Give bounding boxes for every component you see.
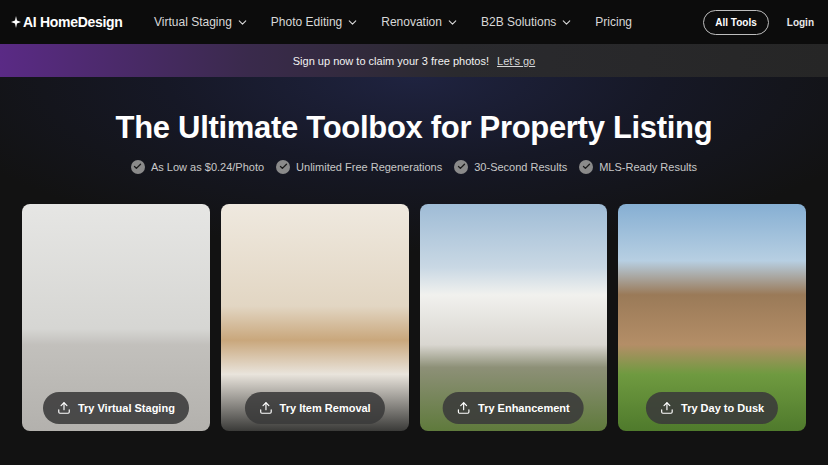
chevron-down-icon xyxy=(236,16,249,29)
tool-card: Try Enhancement xyxy=(420,204,608,431)
banner-link[interactable]: Let's go xyxy=(497,55,535,67)
tool-card: Try Virtual Staging xyxy=(22,204,210,431)
tool-cards: Try Virtual Staging Try Item Removal Try E… xyxy=(0,204,828,431)
try-button[interactable]: Try Virtual Staging xyxy=(43,392,189,424)
nav-actions: All Tools Login xyxy=(703,10,816,35)
check-icon xyxy=(579,160,593,174)
chevron-down-icon xyxy=(446,16,459,29)
logo[interactable]: AI HomeDesign xyxy=(11,14,154,30)
promo-banner: Sign up now to claim your 3 free photos!… xyxy=(0,44,828,77)
tool-card: Try Day to Dusk xyxy=(618,204,806,431)
check-icon xyxy=(131,160,145,174)
try-button[interactable]: Try Enhancement xyxy=(443,392,584,424)
feature-item: Unlimited Free Regenerations xyxy=(276,160,442,174)
upload-icon xyxy=(259,401,273,415)
tool-card: Try Item Removal xyxy=(221,204,409,431)
banner-text: Sign up now to claim your 3 free photos! xyxy=(293,55,489,67)
page: AI HomeDesign Virtual Staging Photo Editin… xyxy=(0,0,828,465)
hero-title: The Ultimate Toolbox for Property Listin… xyxy=(116,110,713,146)
upload-icon xyxy=(457,401,471,415)
hero: The Ultimate Toolbox for Property Listin… xyxy=(0,77,828,465)
upload-icon xyxy=(57,401,71,415)
nav-item[interactable]: Virtual Staging xyxy=(154,15,249,29)
nav-item[interactable]: Pricing xyxy=(595,15,632,29)
nav-item[interactable]: B2B Solutions xyxy=(481,15,573,29)
upload-icon xyxy=(660,401,674,415)
nav-bar: AI HomeDesign Virtual Staging Photo Editin… xyxy=(0,0,828,44)
feature-item: MLS-Ready Results xyxy=(579,160,697,174)
chevron-down-icon xyxy=(560,16,573,29)
feature-item: As Low as $0.24/Photo xyxy=(131,160,264,174)
feature-item: 30-Second Results xyxy=(454,160,567,174)
chevron-down-icon xyxy=(346,16,359,29)
try-button[interactable]: Try Day to Dusk xyxy=(646,392,778,424)
check-icon xyxy=(276,160,290,174)
sparkle-icon xyxy=(11,16,21,28)
nav-item[interactable]: Renovation xyxy=(381,15,459,29)
feature-list: As Low as $0.24/Photo Unlimited Free Rege… xyxy=(131,160,697,174)
try-button[interactable]: Try Item Removal xyxy=(245,392,385,424)
nav-links: Virtual Staging Photo Editing Renovation B2… xyxy=(154,15,703,29)
nav-item[interactable]: Photo Editing xyxy=(271,15,359,29)
check-icon xyxy=(454,160,468,174)
login-button[interactable]: Login xyxy=(785,13,816,32)
logo-text[interactable]: AI HomeDesign xyxy=(23,14,123,30)
all-tools-button[interactable]: All Tools xyxy=(703,10,768,35)
